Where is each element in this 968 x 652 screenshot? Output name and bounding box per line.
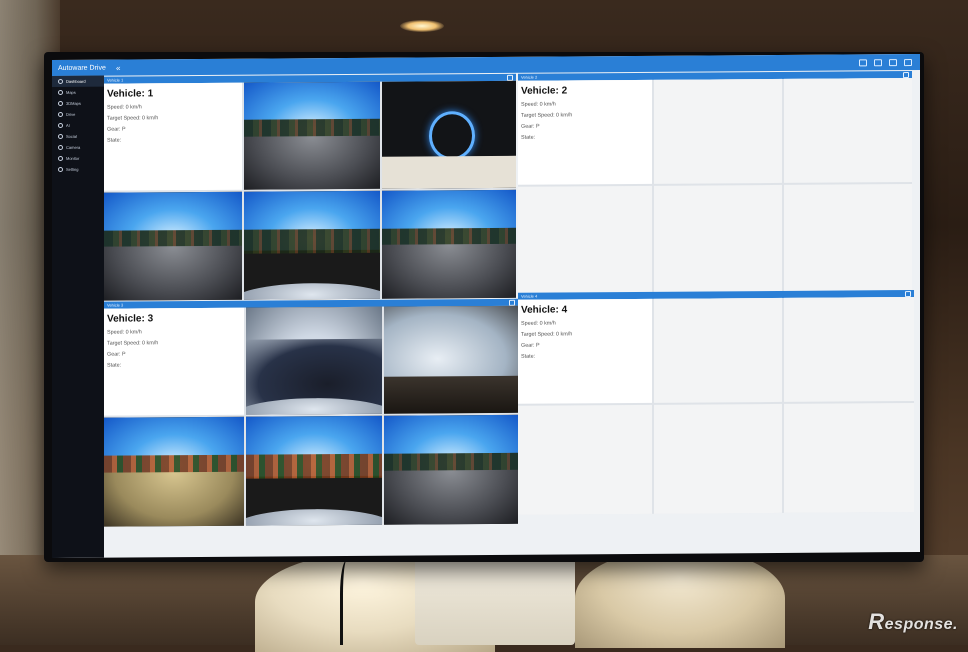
camera-feed[interactable] <box>104 416 244 527</box>
empty-camera-slot <box>784 297 914 402</box>
watermark-text: esponse. <box>884 616 958 633</box>
empty-camera-slot <box>654 184 782 293</box>
vehicle-target-speed: Target Speed: 0 km/h <box>521 112 573 119</box>
monitor-icon <box>58 155 63 161</box>
vehicle-state: State: <box>107 137 122 144</box>
empty-camera-slot <box>784 78 912 183</box>
sidebar-item-ai[interactable]: AI <box>52 120 104 131</box>
monitor-screen: Autoware Drive « Dashboard Maps 3DMaps D… <box>52 53 920 559</box>
sidebar-item-drive[interactable]: Drive <box>52 109 104 120</box>
people-icon <box>58 133 63 139</box>
map-icon <box>58 89 63 95</box>
camera-feed[interactable] <box>382 189 516 299</box>
sidebar-item-dashboard[interactable]: Dashboard <box>52 75 104 88</box>
vehicle-speed: Speed: 0 km/h <box>521 101 556 108</box>
camera-feed[interactable] <box>246 306 382 415</box>
sidebar-item-label: Setting <box>66 166 79 172</box>
watermark-mark: R <box>868 609 885 634</box>
camera-feed[interactable] <box>104 191 242 301</box>
camera-feed[interactable] <box>246 415 382 526</box>
sidebar-item-monitor[interactable]: Monitor <box>52 153 104 164</box>
empty-camera-slot <box>518 404 652 515</box>
window-icon[interactable] <box>859 58 867 66</box>
vehicle-state: State: <box>521 353 536 360</box>
sidebar-item-maps[interactable]: Maps <box>52 87 104 98</box>
empty-camera-slot <box>518 185 652 294</box>
sidebar-item-label: 3DMaps <box>66 100 81 106</box>
app-title: Autoware Drive <box>58 64 106 72</box>
empty-camera-slot <box>784 184 912 292</box>
vehicle-gear: Gear: P <box>107 126 126 133</box>
toolbar <box>859 58 920 66</box>
vehicle-speed: Speed: 0 km/h <box>107 104 142 111</box>
vehicle-target-speed: Target Speed: 0 km/h <box>521 331 573 338</box>
ceiling-light <box>400 20 444 32</box>
power-cable <box>340 560 357 645</box>
camera-feed[interactable] <box>384 414 518 525</box>
monitor-stand-base <box>415 548 575 645</box>
vehicle-state: State: <box>521 134 536 141</box>
vehicle-speed: Speed: 0 km/h <box>107 329 142 336</box>
vehicle-info: Vehicle: 1 Speed: 0 km/h Target Speed: 0… <box>104 82 242 191</box>
empty-camera-slot <box>654 297 782 403</box>
vehicle-title: Vehicle: 2 <box>521 85 568 97</box>
sidebar-item-setting[interactable]: Setting <box>52 164 104 175</box>
sidebar-item-label: Camera <box>66 144 81 150</box>
vehicle-panel-3: Vehicle 3 Vehicle: 3 Speed: 0 km/h Targe… <box>104 298 518 527</box>
sidebar-item-label: Maps <box>66 89 76 95</box>
sidebar-item-label: Monitor <box>66 155 80 161</box>
camera-feed[interactable] <box>384 305 518 414</box>
vehicle-title: Vehicle: 3 <box>107 313 154 325</box>
sidebar-item-label: Social <box>66 133 77 139</box>
camera-feed[interactable] <box>244 81 380 190</box>
vehicle-target-speed: Target Speed: 0 km/h <box>107 115 159 122</box>
camera-icon <box>58 144 63 150</box>
dashboard-icon <box>58 78 63 84</box>
vehicle-info: Vehicle: 3 Speed: 0 km/h Target Speed: 0… <box>104 307 244 416</box>
sidebar-item-camera[interactable]: Camera <box>52 142 104 153</box>
sidebar-item-label: AI <box>66 122 70 128</box>
panel-header-label: Vehicle 4 <box>521 293 538 299</box>
vehicle-panel-2: Vehicle 2 Vehicle: 2 Speed: 0 km/h Targe… <box>518 71 912 294</box>
camera-feed[interactable] <box>244 190 380 300</box>
vehicle-state: State: <box>107 362 122 369</box>
vehicle-title: Vehicle: 4 <box>521 304 568 316</box>
white-chair-right <box>575 548 785 648</box>
sidebar: Dashboard Maps 3DMaps Drive AI Social Ca… <box>52 75 104 559</box>
brain-icon <box>58 122 63 128</box>
fullscreen-icon[interactable] <box>889 58 897 66</box>
vehicle-panel-4: Vehicle 4 Vehicle: 4 Speed: 0 km/h Targe… <box>518 290 914 515</box>
collapse-sidebar-icon[interactable]: « <box>116 63 120 72</box>
empty-camera-slot <box>654 403 782 514</box>
gear-icon <box>58 166 63 172</box>
response-watermark-logo: Response. <box>868 609 958 635</box>
sidebar-item-3dmaps[interactable]: 3DMaps <box>52 98 104 109</box>
vehicle-gear: Gear: P <box>521 342 540 349</box>
camera-feed[interactable] <box>382 80 516 189</box>
vehicle-info: Vehicle: 4 Speed: 0 km/h Target Speed: 0… <box>518 298 652 404</box>
vehicle-title: Vehicle: 1 <box>107 88 154 100</box>
vehicle-gear: Gear: P <box>521 123 540 130</box>
panel-header-label: Vehicle 2 <box>521 74 538 80</box>
steering-icon <box>58 111 63 117</box>
vehicle-info: Vehicle: 2 Speed: 0 km/h Target Speed: 0… <box>518 79 652 185</box>
cube-icon <box>58 100 63 106</box>
vehicle-panel-1: Vehicle 1 Vehicle: 1 Speed: 0 km/h Targe… <box>104 73 516 301</box>
sidebar-item-label: Drive <box>66 111 76 117</box>
panel-header-label: Vehicle 3 <box>107 302 124 308</box>
panel-header-label: Vehicle 1 <box>107 77 124 83</box>
vehicle-speed: Speed: 0 km/h <box>521 320 556 327</box>
empty-camera-slot <box>784 403 914 513</box>
empty-camera-slot <box>654 78 782 184</box>
sidebar-item-label: Dashboard <box>66 78 86 84</box>
logout-icon[interactable] <box>904 58 912 66</box>
vehicle-gear: Gear: P <box>107 351 126 358</box>
layout-icon[interactable] <box>874 58 882 66</box>
sidebar-item-social[interactable]: Social <box>52 131 104 142</box>
vehicle-target-speed: Target Speed: 0 km/h <box>107 340 159 347</box>
